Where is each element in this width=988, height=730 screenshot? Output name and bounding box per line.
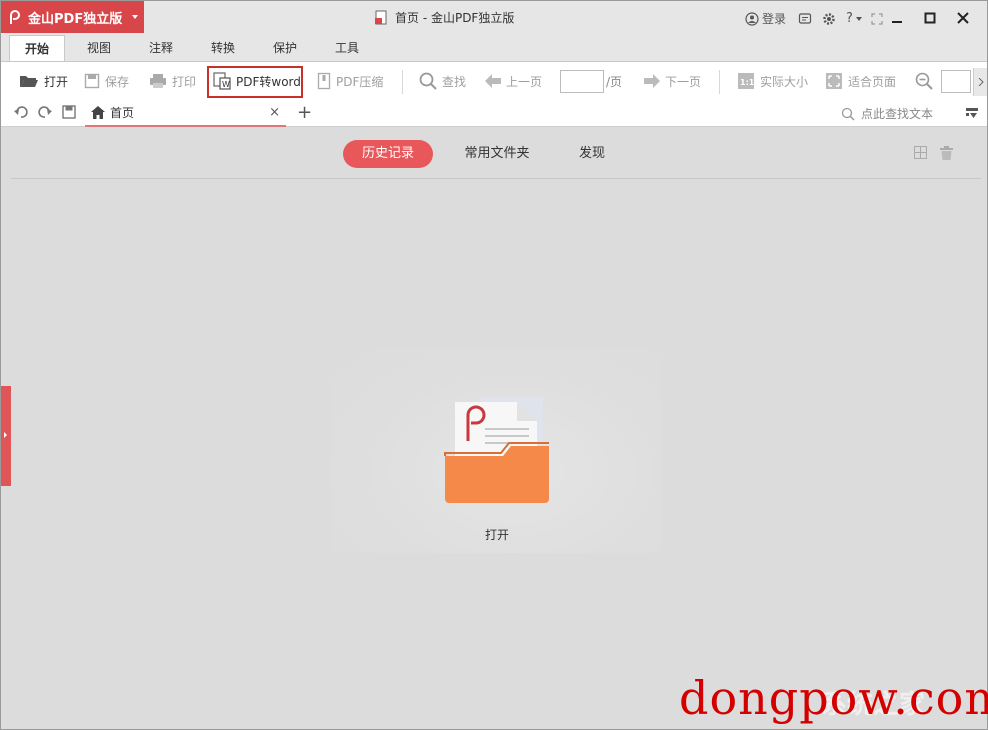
open-label: 打开 bbox=[44, 74, 69, 89]
toolbar-separator bbox=[402, 70, 403, 94]
trash-icon[interactable] bbox=[939, 146, 954, 160]
sidebar-toggle-handle[interactable] bbox=[1, 386, 11, 486]
toolbar-scroll-right[interactable] bbox=[973, 68, 987, 96]
fit-page-icon bbox=[826, 73, 842, 89]
home-page: 历史记录 常用文件夹 发现 打开 bbox=[1, 128, 987, 729]
zoom-out-button[interactable] bbox=[915, 70, 938, 92]
find-label: 查找 bbox=[442, 74, 467, 89]
maximize-icon bbox=[924, 12, 935, 24]
tab-convert[interactable]: 转换 bbox=[197, 35, 249, 61]
save-button[interactable]: 保存 bbox=[84, 70, 129, 92]
pdf-compress-button[interactable]: PDF压缩 bbox=[317, 70, 383, 92]
tab-annotate[interactable]: 注释 bbox=[135, 35, 187, 61]
pdf-compress-label: PDF压缩 bbox=[336, 74, 384, 89]
brand-name: 金山PDF独立版 bbox=[28, 11, 123, 27]
new-tab-button[interactable]: + bbox=[297, 102, 312, 123]
tab-history[interactable]: 历史记录 bbox=[343, 140, 433, 168]
document-tab-bar: 首页 × + 点此查找文本 bbox=[1, 99, 987, 127]
zoom-input[interactable] bbox=[941, 70, 971, 93]
pdf-logo-icon bbox=[10, 10, 20, 24]
minimize-button[interactable] bbox=[880, 7, 913, 29]
gear-icon[interactable] bbox=[822, 12, 836, 26]
title-tools: 登录 ? bbox=[745, 10, 894, 27]
fit-page-button[interactable]: 适合页面 bbox=[825, 70, 896, 92]
tab-view[interactable]: 视图 bbox=[73, 35, 125, 61]
toolbar-separator bbox=[719, 70, 720, 94]
ribbon-tabs: 开始 视图 注释 转换 保护 工具 bbox=[1, 35, 987, 62]
prev-page-button[interactable]: 上一页 bbox=[485, 70, 542, 92]
save-icon[interactable] bbox=[62, 105, 76, 119]
tab-tools[interactable]: 工具 bbox=[321, 35, 373, 61]
page-number-input[interactable] bbox=[560, 70, 604, 93]
pdf-to-word-label: PDF转word bbox=[236, 74, 301, 89]
close-icon bbox=[956, 12, 969, 24]
title-bar: 金山PDF独立版 首页 - 金山PDF独立版 登录 ? bbox=[1, 1, 987, 35]
actual-size-label: 实际大小 bbox=[760, 74, 809, 89]
tab-home[interactable]: 首页 × bbox=[85, 99, 286, 127]
print-button[interactable]: 打印 bbox=[149, 70, 196, 92]
chevron-down-icon bbox=[132, 15, 138, 19]
tab-discover[interactable]: 发现 bbox=[561, 140, 623, 168]
printer-icon bbox=[150, 74, 166, 88]
login-label: 登录 bbox=[762, 12, 787, 26]
app-menu-button[interactable]: 金山PDF独立版 bbox=[1, 1, 144, 33]
help-caret-icon bbox=[855, 16, 862, 21]
find-text-box[interactable]: 点此查找文本 bbox=[841, 105, 933, 122]
close-window-button[interactable] bbox=[946, 7, 979, 29]
maximize-button[interactable] bbox=[913, 7, 946, 29]
chevron-right-icon bbox=[978, 78, 984, 86]
print-label: 打印 bbox=[172, 74, 197, 89]
tab-protect[interactable]: 保护 bbox=[259, 35, 311, 61]
tab-start[interactable]: 开始 bbox=[9, 35, 65, 62]
pdf-to-word-button[interactable]: W PDF转word bbox=[213, 70, 301, 92]
svg-text:W: W bbox=[222, 80, 230, 89]
tab-home-label: 首页 bbox=[110, 105, 135, 120]
save-icon bbox=[84, 73, 100, 89]
login-button[interactable]: 登录 bbox=[745, 10, 786, 27]
message-icon[interactable] bbox=[798, 12, 812, 26]
arrow-left-icon bbox=[485, 74, 501, 88]
app-window: 金山PDF独立版 首页 - 金山PDF独立版 登录 ? 开始 视图 注释 转换 … bbox=[0, 0, 988, 730]
minimize-icon bbox=[891, 21, 902, 23]
actual-size-button[interactable]: 1:1 实际大小 bbox=[737, 70, 808, 92]
open-folder-icon[interactable] bbox=[443, 393, 553, 503]
fit-page-label: 适合页面 bbox=[848, 74, 897, 89]
document-icon bbox=[375, 10, 387, 25]
redo-icon[interactable] bbox=[38, 105, 52, 119]
content-divider bbox=[11, 178, 981, 179]
search-icon bbox=[419, 72, 437, 90]
find-button[interactable]: 查找 bbox=[419, 70, 466, 92]
tab-common-folders[interactable]: 常用文件夹 bbox=[449, 140, 545, 168]
find-text-placeholder: 点此查找文本 bbox=[861, 107, 934, 121]
open-button[interactable]: 打开 bbox=[19, 70, 68, 92]
user-icon bbox=[745, 11, 759, 26]
toolbar: 打开 保存 打印 W PDF转word PDF压缩 查找 上一页 /页 下一页 … bbox=[1, 61, 987, 99]
folder-open-icon bbox=[20, 76, 38, 87]
search-icon bbox=[841, 107, 855, 121]
window-title-text: 首页 - 金山PDF独立版 bbox=[395, 11, 515, 25]
window-title: 首页 - 金山PDF独立版 bbox=[375, 9, 514, 26]
compress-icon bbox=[317, 72, 331, 90]
next-page-label: 下一页 bbox=[665, 74, 702, 89]
save-label: 保存 bbox=[105, 74, 130, 89]
open-label[interactable]: 打开 bbox=[485, 526, 509, 543]
dropdown-filter-icon[interactable] bbox=[965, 106, 979, 120]
undo-icon[interactable] bbox=[14, 105, 28, 119]
close-tab-button[interactable]: × bbox=[269, 105, 280, 120]
prev-page-label: 上一页 bbox=[506, 74, 543, 89]
watermark-text: dongpow.com bbox=[679, 671, 988, 725]
actual-size-icon: 1:1 bbox=[738, 73, 755, 89]
zoom-out-icon bbox=[915, 72, 933, 90]
pdf-to-word-icon: W bbox=[213, 72, 231, 90]
window-controls bbox=[880, 7, 979, 29]
svg-text:1:1: 1:1 bbox=[740, 78, 755, 87]
page-suffix: /页 bbox=[606, 75, 623, 89]
grid-view-icon[interactable] bbox=[914, 146, 927, 159]
next-page-button[interactable]: 下一页 bbox=[644, 70, 701, 92]
home-icon bbox=[91, 105, 105, 119]
arrow-right-icon bbox=[644, 74, 660, 88]
help-button[interactable]: ? bbox=[846, 11, 853, 26]
